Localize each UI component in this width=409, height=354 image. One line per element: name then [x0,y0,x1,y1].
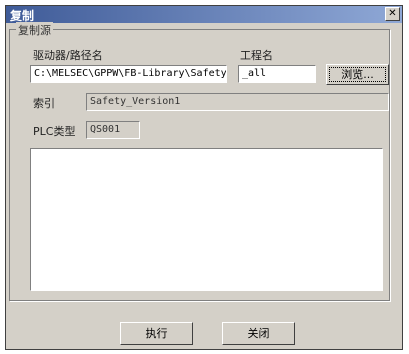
execute-button[interactable]: 执行 [120,322,193,345]
index-label: 索引 [33,97,55,110]
data-list[interactable] [30,148,383,291]
group-label: 复制源 [16,22,53,38]
browse-button[interactable]: 浏览... [326,64,389,85]
project-name-field[interactable]: _all [238,65,316,83]
drive-path-field[interactable]: C:\MELSEC\GPPW\FB-Library\Safety [30,65,227,83]
title-bar[interactable]: 复制 ✕ [6,6,402,23]
project-name-label: 工程名 [240,49,273,62]
close-icon[interactable]: ✕ [385,7,400,21]
plc-type-label: PLC类型 [33,125,76,138]
plc-type-field: QS001 [86,121,140,139]
index-field: Safety_Version1 [86,93,389,111]
drive-path-label: 驱动器/路径名 [33,49,103,62]
close-button[interactable]: 关闭 [222,322,295,345]
